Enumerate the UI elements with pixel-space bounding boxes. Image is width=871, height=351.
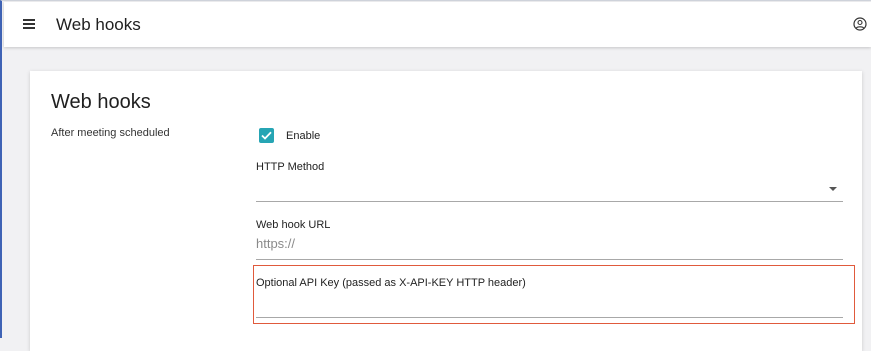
api-key-input[interactable] bbox=[256, 295, 843, 310]
webhook-url-input[interactable] bbox=[256, 236, 843, 251]
account-circle-icon[interactable] bbox=[853, 17, 867, 31]
api-key-field: Optional API Key (passed as X-API-KEY HT… bbox=[256, 277, 843, 319]
dropdown-arrow-icon[interactable] bbox=[829, 187, 837, 191]
webhooks-card: Web hooks After meeting scheduled Enable… bbox=[30, 71, 862, 351]
webhook-url-label: Web hook URL bbox=[256, 219, 331, 231]
hamburger-menu-icon[interactable] bbox=[23, 19, 35, 29]
card-title: Web hooks bbox=[51, 91, 151, 113]
app-bar: Web hooks bbox=[4, 2, 871, 47]
enable-checkbox-row[interactable]: Enable bbox=[259, 128, 320, 143]
enable-checkbox-label: Enable bbox=[286, 129, 321, 142]
api-key-underline bbox=[256, 317, 843, 318]
checkmark-icon bbox=[261, 131, 272, 140]
window-frame: Web hooks Web hooks After meeting schedu… bbox=[0, 0, 871, 351]
webhook-url-field: Web hook URL bbox=[256, 219, 843, 261]
webhook-url-underline bbox=[256, 259, 843, 260]
api-key-label: Optional API Key (passed as X-API-KEY HT… bbox=[256, 277, 526, 289]
http-method-underline bbox=[256, 201, 843, 202]
section-label-after-meeting-scheduled: After meeting scheduled bbox=[51, 127, 170, 139]
http-method-select[interactable]: HTTP Method bbox=[256, 161, 843, 203]
enable-checkbox[interactable] bbox=[259, 128, 274, 143]
http-method-label: HTTP Method bbox=[256, 161, 325, 173]
app-bar-title: Web hooks bbox=[56, 15, 141, 34]
